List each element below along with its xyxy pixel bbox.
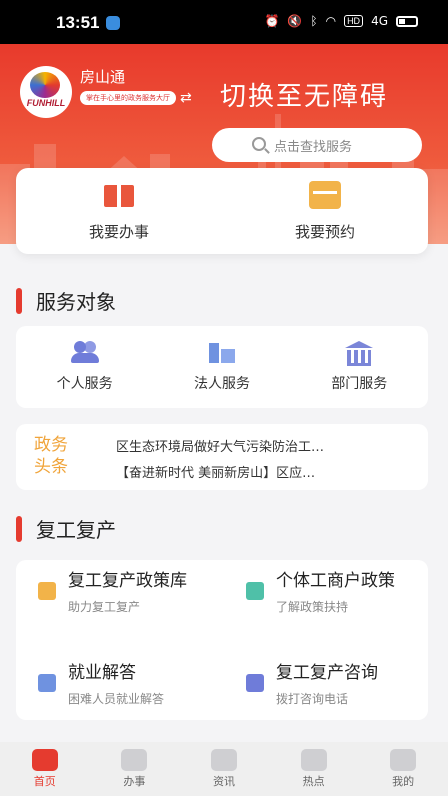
- tab-profile[interactable]: 我的: [358, 742, 448, 796]
- policy-library-icon: [38, 582, 56, 600]
- resume-item-subtitle: 了解政策扶持: [276, 600, 349, 614]
- resume-work-section-header: 复工复产: [16, 514, 116, 543]
- section-title: 复工复产: [36, 518, 116, 542]
- wifi-icon: ◠: [325, 14, 337, 28]
- service-label: 法人服务: [193, 376, 250, 392]
- status-bar: 13:51 ⏰ 🔇 ᛒ ◠ HD 4G: [0, 0, 448, 44]
- person-icon: [70, 341, 99, 363]
- resume-item-consultation[interactable]: 复工复产咨询 拨打咨询电话: [246, 660, 426, 707]
- building-icon: [208, 341, 235, 363]
- resume-item-subtitle: 拨打咨询电话: [276, 692, 349, 706]
- tab-label: 首页: [33, 775, 56, 788]
- alarm-icon: ⏰: [264, 14, 280, 28]
- mute-icon: 🔇: [287, 14, 303, 28]
- news-icon: [210, 749, 237, 771]
- app-name: 房山通: [80, 68, 126, 86]
- app-slogan: 掌在手心里的政务服务大厅: [80, 91, 176, 105]
- tab-label: 我的: [392, 775, 415, 788]
- signal-text: 4G: [371, 14, 388, 28]
- quick-action-appointment[interactable]: 我要预约: [222, 168, 428, 254]
- tab-label: 热点: [302, 775, 325, 788]
- flame-icon: [300, 749, 327, 771]
- tab-hot-topics[interactable]: 热点: [269, 742, 359, 796]
- employment-icon: [38, 674, 56, 692]
- logo-text: FUNHILL: [26, 98, 66, 108]
- tab-label: 办事: [123, 775, 146, 788]
- government-icon: [345, 341, 374, 366]
- service-target-card: 个人服务 法人服务 部门服务: [16, 326, 428, 408]
- tab-home[interactable]: 首页: [0, 742, 90, 796]
- individual-business-icon: [246, 582, 264, 600]
- tab-affairs[interactable]: 办事: [90, 742, 180, 796]
- search-bar[interactable]: 点击查找服务: [212, 128, 422, 162]
- resume-item-subtitle: 助力复工复产: [68, 600, 141, 614]
- quick-action-label: 我要办事: [88, 222, 149, 241]
- resume-item-title: 个体工商户政策: [276, 571, 395, 591]
- accessibility-mode-button[interactable]: 切换至无障碍: [220, 76, 388, 113]
- battery-icon: [396, 15, 418, 27]
- service-section-header: 服务对象: [16, 286, 116, 315]
- resume-item-individual-business[interactable]: 个体工商户政策 了解政策扶持: [246, 568, 426, 615]
- book-icon: [104, 180, 134, 209]
- service-item-department[interactable]: 部门服务: [291, 326, 428, 408]
- bottom-tab-bar: 首页 办事 资讯 热点 我的: [0, 742, 448, 796]
- status-time: 13:51: [56, 13, 100, 32]
- resume-item-title: 复工复产咨询: [276, 663, 378, 683]
- logo-mark-icon: [30, 72, 60, 98]
- service-label: 个人服务: [56, 376, 113, 392]
- news-headline[interactable]: 【奋进新时代 美丽新房山】区应…: [116, 462, 416, 481]
- quick-actions-card: 我要办事 我要预约: [16, 168, 428, 254]
- app-notification-icon: [106, 16, 120, 30]
- news-headline[interactable]: 区生态环境局做好大气污染防治工…: [116, 436, 416, 455]
- section-accent-bar: [16, 515, 22, 542]
- home-icon: [31, 749, 58, 771]
- resume-item-subtitle: 困难人员就业解答: [68, 692, 165, 706]
- government-headlines-card: 政务 头条 区生态环境局做好大气污染防治工… 【奋进新时代 美丽新房山】区应…: [16, 424, 428, 490]
- search-placeholder: 点击查找服务: [274, 139, 353, 155]
- resume-item-title: 就业解答: [68, 663, 136, 683]
- quick-action-handle-affairs[interactable]: 我要办事: [16, 168, 222, 254]
- tab-label: 资讯: [212, 775, 235, 788]
- hd-badge: HD: [344, 15, 364, 27]
- service-label: 部门服务: [331, 376, 388, 392]
- slogan-row: 掌在手心里的政务服务大厅 ⇄: [80, 90, 192, 106]
- bluetooth-icon: ᛒ: [310, 14, 318, 28]
- headlines-label: 政务 头条: [34, 434, 82, 478]
- quick-action-label: 我要预约: [294, 222, 355, 241]
- headlines-label-line: 政务: [34, 435, 68, 455]
- resume-item-policy-library[interactable]: 复工复产政策库 助力复工复产: [38, 568, 218, 615]
- resume-item-title: 复工复产政策库: [68, 571, 187, 591]
- status-indicators: ⏰ 🔇 ᛒ ◠ HD 4G: [264, 14, 418, 28]
- phone-icon: [246, 674, 264, 692]
- section-accent-bar: [16, 287, 22, 314]
- calendar-icon: [309, 180, 341, 209]
- resume-item-employment[interactable]: 就业解答 困难人员就业解答: [38, 660, 238, 707]
- pen-icon: [121, 749, 148, 771]
- user-icon: [390, 749, 417, 771]
- service-item-personal[interactable]: 个人服务: [16, 326, 153, 408]
- resume-work-card: 复工复产政策库 助力复工复产 个体工商户政策 了解政策扶持 就业解答 困难人员就…: [16, 560, 428, 720]
- tab-news[interactable]: 资讯: [179, 742, 269, 796]
- service-item-legal-entity[interactable]: 法人服务: [153, 326, 290, 408]
- app-logo: FUNHILL: [20, 66, 72, 118]
- headlines-label-line: 头条: [34, 457, 68, 477]
- switch-arrows-icon[interactable]: ⇄: [180, 90, 192, 106]
- section-title: 服务对象: [36, 290, 116, 314]
- search-icon: [252, 137, 266, 151]
